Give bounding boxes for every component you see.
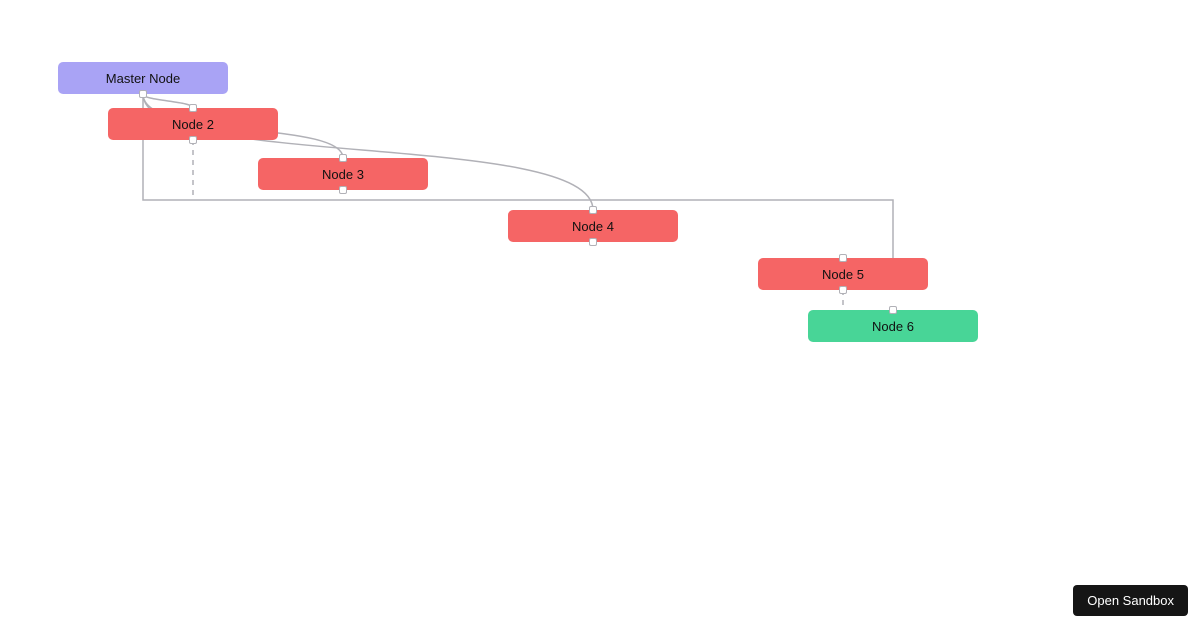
- node-master[interactable]: Master Node: [58, 62, 228, 94]
- handle-top[interactable]: [339, 154, 347, 162]
- handle-bottom[interactable]: [839, 286, 847, 294]
- node-4[interactable]: Node 4: [508, 210, 678, 242]
- handle-bottom[interactable]: [189, 136, 197, 144]
- node-2[interactable]: Node 2: [108, 108, 278, 140]
- handle-bottom[interactable]: [139, 90, 147, 98]
- handle-bottom[interactable]: [339, 186, 347, 194]
- node-label: Master Node: [106, 71, 180, 86]
- handle-top[interactable]: [889, 306, 897, 314]
- node-3[interactable]: Node 3: [258, 158, 428, 190]
- node-5[interactable]: Node 5: [758, 258, 928, 290]
- node-label: Node 6: [872, 319, 914, 334]
- node-6[interactable]: Node 6: [808, 310, 978, 342]
- node-label: Node 3: [322, 167, 364, 182]
- open-sandbox-button[interactable]: Open Sandbox: [1073, 585, 1188, 616]
- flow-canvas[interactable]: Master Node Node 2 Node 3 Node 4 Node 5 …: [0, 0, 1200, 630]
- node-label: Node 2: [172, 117, 214, 132]
- handle-top[interactable]: [589, 206, 597, 214]
- handle-top[interactable]: [189, 104, 197, 112]
- handle-top[interactable]: [839, 254, 847, 262]
- edge-master-n2: [143, 94, 193, 108]
- handle-bottom[interactable]: [589, 238, 597, 246]
- edges-layer: [0, 0, 1200, 630]
- node-label: Node 5: [822, 267, 864, 282]
- node-label: Node 4: [572, 219, 614, 234]
